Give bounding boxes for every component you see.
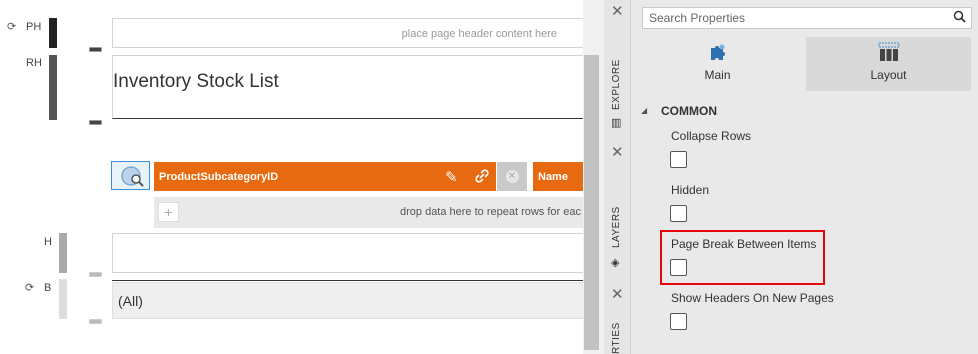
puzzle-icon — [708, 42, 728, 67]
checkbox-collapse-rows[interactable] — [670, 151, 687, 168]
pencil-icon[interactable]: ✎ — [445, 168, 458, 186]
body-value[interactable]: (All) — [118, 293, 143, 309]
field-picker-icon — [120, 165, 144, 187]
side-tab-strip: ✕ EXPLORE ▥ ✕ LAYERS ◈ ✕ RTIES — [604, 0, 631, 354]
band-resize-handle[interactable] — [89, 272, 102, 277]
collapse-caret-icon[interactable]: ◢ — [641, 106, 647, 115]
group-header-area[interactable] — [112, 233, 588, 273]
tab-layers[interactable]: LAYERS — [607, 170, 629, 255]
section-header-common[interactable]: COMMON — [661, 104, 717, 118]
tab-explore-label: EXPLORE — [611, 59, 622, 110]
band-label-b: B — [44, 282, 52, 294]
band-bar-b[interactable] — [59, 279, 67, 319]
band-label-ph: PH — [26, 21, 42, 33]
clear-icon[interactable]: ✕ — [497, 162, 527, 191]
band-resize-handle[interactable] — [89, 319, 102, 324]
report-designer-canvas[interactable]: ⟳ PH RH place page header content here I… — [0, 0, 604, 354]
band-bar-h[interactable] — [59, 233, 67, 273]
group-field-label: ProductSubcategoryID — [159, 171, 279, 183]
checkbox-page-break-between-items[interactable] — [670, 259, 687, 276]
close-icon[interactable]: ✕ — [611, 143, 624, 161]
tab-properties-label: RTIES — [611, 322, 622, 354]
band-resize-handle[interactable] — [89, 47, 102, 52]
divider — [112, 280, 588, 281]
report-header-area[interactable]: Inventory Stock List — [112, 55, 588, 119]
property-label-hidden: Hidden — [671, 183, 710, 197]
link-icon[interactable] — [474, 168, 490, 188]
band-resize-handle[interactable] — [89, 120, 102, 125]
sync-icon[interactable]: ⟳ — [7, 20, 16, 33]
tab-layout-label: Layout — [870, 68, 907, 82]
tab-properties[interactable]: RTIES — [607, 315, 629, 354]
band-bar-ph[interactable] — [49, 18, 57, 48]
report-title[interactable]: Inventory Stock List — [113, 71, 279, 93]
scrollbar-thumb[interactable] — [584, 55, 599, 350]
close-icon[interactable]: ✕ — [611, 2, 624, 20]
drop-zone-repeat-rows[interactable]: + drop data here to repeat rows for eac — [154, 197, 594, 228]
search-box[interactable] — [642, 7, 972, 29]
checkbox-hidden[interactable] — [670, 205, 687, 222]
band-bar-rh[interactable] — [49, 55, 57, 120]
tab-layers-label: LAYERS — [611, 206, 622, 248]
explore-icon: ▥ — [611, 117, 622, 129]
tab-main-label: Main — [704, 68, 731, 82]
property-label-show-headers: Show Headers On New Pages — [671, 291, 834, 305]
band-label-rh: RH — [26, 57, 42, 69]
field-picker-button[interactable] — [111, 161, 150, 190]
tab-explore[interactable]: EXPLORE — [607, 28, 629, 118]
tab-main[interactable]: Main — [662, 37, 773, 91]
plus-icon[interactable]: + — [158, 202, 179, 222]
tab-layout[interactable]: Layout — [806, 37, 971, 91]
property-label-collapse-rows: Collapse Rows — [671, 129, 752, 143]
page-header-placeholder: place page header content here — [401, 28, 557, 40]
sync-icon[interactable]: ⟳ — [25, 281, 34, 294]
search-icon[interactable] — [953, 10, 966, 26]
search-input[interactable] — [643, 8, 943, 28]
group-field-productsubcategoryid[interactable]: ProductSubcategoryID ✎ — [154, 162, 496, 191]
body-area[interactable]: (All) — [112, 282, 588, 319]
band-label-h: H — [44, 236, 52, 248]
property-label-page-break: Page Break Between Items — [671, 237, 817, 251]
layers-icon: ◈ — [611, 257, 620, 269]
close-icon[interactable]: ✕ — [611, 285, 624, 303]
properties-panel: Main Layout ◢ COMMON Collapse Rows Hidde… — [631, 0, 978, 354]
layout-grid-icon — [878, 42, 900, 67]
drop-zone-hint: drop data here to repeat rows for eac — [400, 206, 581, 218]
checkbox-show-headers-on-new-pages[interactable] — [670, 313, 687, 330]
group-field-name-label: Name — [538, 171, 568, 183]
page-header-area[interactable]: place page header content here — [112, 18, 588, 48]
